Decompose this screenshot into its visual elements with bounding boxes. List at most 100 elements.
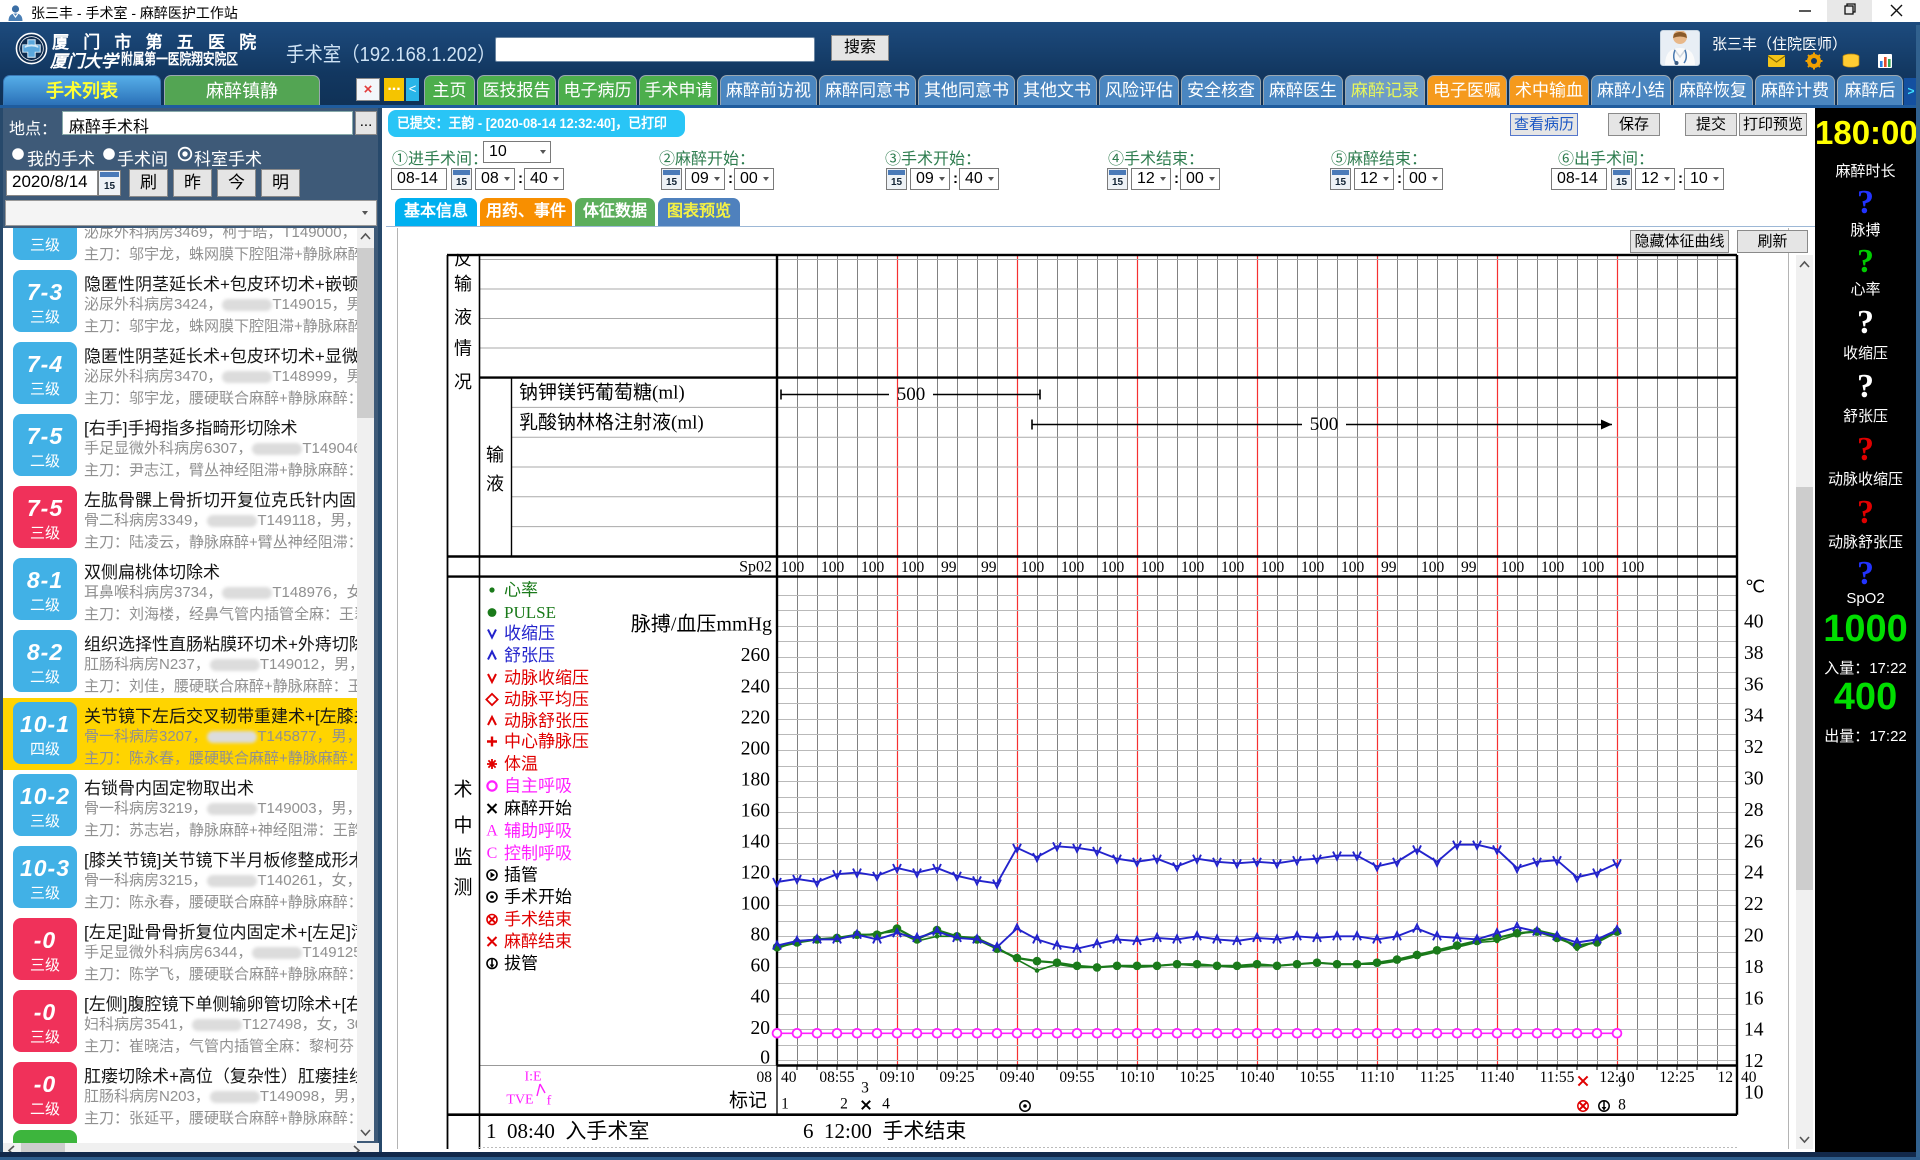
svg-text:麻醉开始: 麻醉开始 bbox=[504, 799, 572, 818]
svg-text:100: 100 bbox=[861, 559, 885, 576]
svg-text:140: 140 bbox=[741, 832, 770, 853]
svg-text:100: 100 bbox=[1581, 559, 1605, 576]
svg-text:80: 80 bbox=[751, 925, 771, 946]
svg-text:11:55: 11:55 bbox=[1540, 1069, 1575, 1086]
svg-text:99: 99 bbox=[981, 559, 997, 576]
svg-text:100: 100 bbox=[1621, 559, 1645, 576]
svg-text:08:55: 08:55 bbox=[819, 1069, 855, 1086]
svg-text:20: 20 bbox=[751, 1018, 771, 1039]
svg-text:I:E: I:E bbox=[524, 1070, 541, 1085]
svg-text:2: 2 bbox=[840, 1096, 848, 1113]
svg-text:100: 100 bbox=[1421, 559, 1445, 576]
svg-text:99: 99 bbox=[1381, 559, 1397, 576]
svg-text:60: 60 bbox=[751, 956, 771, 977]
svg-text:100: 100 bbox=[1501, 559, 1525, 576]
svg-text:心率: 心率 bbox=[504, 581, 538, 600]
svg-text:℃: ℃ bbox=[1745, 577, 1765, 597]
svg-text:100: 100 bbox=[821, 559, 845, 576]
svg-text:液: 液 bbox=[486, 474, 504, 494]
svg-text:监: 监 bbox=[453, 847, 472, 869]
svg-text:麻醉结束: 麻醉结束 bbox=[504, 932, 572, 951]
svg-text:自主呼吸: 自主呼吸 bbox=[504, 777, 572, 796]
svg-text:26: 26 bbox=[1744, 831, 1764, 852]
svg-text:中心静脉压: 中心静脉压 bbox=[504, 732, 589, 751]
svg-text:输: 输 bbox=[486, 445, 504, 465]
svg-text:1: 1 bbox=[781, 1096, 789, 1113]
svg-text:Sp02: Sp02 bbox=[739, 558, 772, 575]
svg-text:16: 16 bbox=[1744, 988, 1764, 1009]
svg-text:100: 100 bbox=[901, 559, 925, 576]
svg-text:舒张压: 舒张压 bbox=[504, 646, 555, 665]
svg-text:10:10: 10:10 bbox=[1119, 1069, 1155, 1086]
svg-text:12: 12 bbox=[1718, 1069, 1734, 1086]
svg-text:22: 22 bbox=[1744, 894, 1764, 915]
svg-text:240: 240 bbox=[741, 676, 770, 697]
svg-text:手术开始: 手术开始 bbox=[504, 888, 572, 907]
svg-text:TVE: TVE bbox=[506, 1093, 533, 1108]
svg-text:09:55: 09:55 bbox=[1059, 1069, 1095, 1086]
svg-text:40: 40 bbox=[1741, 1069, 1757, 1086]
svg-text:C: C bbox=[487, 845, 498, 862]
svg-text:控制呼吸: 控制呼吸 bbox=[504, 844, 572, 863]
svg-text:500: 500 bbox=[1310, 414, 1339, 435]
svg-text:PULSE: PULSE bbox=[504, 603, 556, 622]
svg-text:11:40: 11:40 bbox=[1480, 1069, 1515, 1086]
svg-text:120: 120 bbox=[741, 863, 770, 884]
svg-text:100: 100 bbox=[1021, 559, 1045, 576]
svg-text:输: 输 bbox=[454, 274, 472, 294]
svg-text:12:25: 12:25 bbox=[1659, 1069, 1695, 1086]
svg-text:30: 30 bbox=[1744, 769, 1764, 790]
svg-text:40: 40 bbox=[751, 987, 771, 1008]
svg-text:液: 液 bbox=[454, 308, 472, 328]
svg-text:160: 160 bbox=[741, 801, 770, 822]
svg-text:测: 测 bbox=[453, 877, 472, 899]
svg-text:动脉平均压: 动脉平均压 bbox=[504, 690, 589, 709]
svg-text:10:40: 10:40 bbox=[1239, 1069, 1275, 1086]
svg-text:18: 18 bbox=[1744, 957, 1764, 978]
svg-text:40: 40 bbox=[781, 1069, 797, 1086]
svg-text:4: 4 bbox=[882, 1096, 890, 1113]
svg-text:3: 3 bbox=[861, 1080, 869, 1097]
svg-text:20: 20 bbox=[1744, 926, 1764, 947]
svg-text:100: 100 bbox=[1101, 559, 1125, 576]
svg-text:100: 100 bbox=[1541, 559, 1565, 576]
svg-text:100: 100 bbox=[1221, 559, 1245, 576]
svg-text:24: 24 bbox=[1744, 863, 1764, 884]
svg-text:乳酸钠林格注射液(ml): 乳酸钠林格注射液(ml) bbox=[519, 412, 704, 434]
svg-text:09:40: 09:40 bbox=[999, 1069, 1035, 1086]
svg-text:6 12:00 手术结束: 6 12:00 手术结束 bbox=[803, 1119, 966, 1143]
svg-text:14: 14 bbox=[1744, 1020, 1764, 1041]
svg-text:术: 术 bbox=[453, 779, 472, 801]
svg-text:况: 况 bbox=[454, 372, 472, 392]
svg-text:情: 情 bbox=[454, 339, 472, 359]
svg-text:动脉舒张压: 动脉舒张压 bbox=[504, 712, 589, 731]
svg-text:A: A bbox=[486, 823, 498, 840]
svg-text:500: 500 bbox=[897, 384, 926, 405]
svg-text:100: 100 bbox=[781, 559, 805, 576]
svg-text:脉搏/血压mmHg: 脉搏/血压mmHg bbox=[631, 613, 772, 636]
svg-text:220: 220 bbox=[741, 707, 770, 728]
svg-text:10:55: 10:55 bbox=[1299, 1069, 1335, 1086]
svg-text:100: 100 bbox=[1261, 559, 1285, 576]
svg-text:200: 200 bbox=[741, 738, 770, 759]
svg-text:180: 180 bbox=[741, 769, 770, 790]
svg-text:32: 32 bbox=[1744, 737, 1764, 758]
svg-text:中: 中 bbox=[453, 815, 472, 837]
svg-text:1 08:40 入手术室: 1 08:40 入手术室 bbox=[486, 1119, 649, 1143]
svg-text:38: 38 bbox=[1744, 643, 1764, 664]
svg-text:辅助呼吸: 辅助呼吸 bbox=[504, 822, 572, 841]
svg-text:拔管: 拔管 bbox=[504, 954, 538, 973]
svg-text:100: 100 bbox=[1141, 559, 1165, 576]
svg-text:99: 99 bbox=[941, 559, 957, 576]
svg-text:0: 0 bbox=[760, 1048, 770, 1069]
svg-text:100: 100 bbox=[741, 894, 770, 915]
svg-text:手术结束: 手术结束 bbox=[504, 910, 572, 929]
svg-text:08: 08 bbox=[757, 1069, 773, 1086]
svg-text:体温: 体温 bbox=[504, 755, 538, 774]
svg-text:8: 8 bbox=[1618, 1097, 1626, 1114]
svg-text:100: 100 bbox=[1341, 559, 1365, 576]
svg-text:100: 100 bbox=[1061, 559, 1085, 576]
svg-text:09:10: 09:10 bbox=[879, 1069, 915, 1086]
svg-text:12:10: 12:10 bbox=[1599, 1069, 1635, 1086]
svg-text:99: 99 bbox=[1461, 559, 1477, 576]
